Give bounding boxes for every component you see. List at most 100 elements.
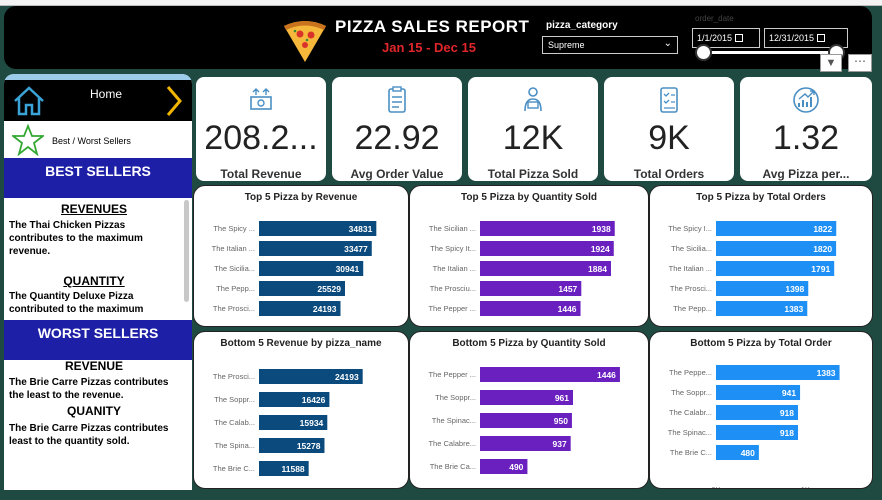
category-label: The Calabr... xyxy=(669,408,712,417)
filter-icon[interactable]: ▼ xyxy=(820,54,842,72)
kpi-total-revenue: 208.2... Total Revenue xyxy=(196,77,326,181)
data-label: 1457 xyxy=(558,284,577,294)
kpi-label: Total Orders xyxy=(633,167,705,181)
kpi-value: 12K xyxy=(502,119,564,157)
data-label: 1924 xyxy=(591,244,610,254)
data-label: 1791 xyxy=(811,264,830,274)
category-label: The Sicilia... xyxy=(671,244,712,253)
bar-chart: The Spicy ... 34831 The Italian ... 33477 Th… xyxy=(212,221,377,316)
category-label: The Soppr... xyxy=(214,395,255,404)
delivery-icon xyxy=(524,87,542,112)
data-label: 950 xyxy=(554,416,568,426)
data-label: 1383 xyxy=(784,304,803,314)
kpi-avg-order-value: 22.92 Avg Order Value xyxy=(332,77,462,181)
category-label: The Brie Ca... xyxy=(430,462,476,471)
data-label: 1938 xyxy=(592,224,611,234)
category-label: The Spicy ... xyxy=(213,224,255,233)
data-label: 480 xyxy=(741,448,755,458)
end-date-value: 12/31/2015 xyxy=(769,33,815,43)
kpi-avg-pizza-per-order: 1.32 Avg Pizza per... xyxy=(740,77,872,181)
data-label: 961 xyxy=(555,393,569,403)
order-list-icon xyxy=(660,87,678,113)
sidebar-scrollbar[interactable] xyxy=(184,200,189,302)
calendar-icon[interactable] xyxy=(735,34,744,42)
category-label: The Brie C... xyxy=(213,464,255,473)
chart-bottom5-revenue: Bottom 5 Revenue by pizza_name The Prosc… xyxy=(193,331,409,489)
data-label: 1884 xyxy=(588,264,607,274)
bar-chart: The Prosci... 24193 The Soppr... 16426 The C… xyxy=(213,369,363,476)
chevron-right-icon[interactable] xyxy=(164,84,184,118)
data-label: 33477 xyxy=(344,244,368,254)
navigation-sidebar: Home Best / Worst Sellers BEST SELLERS R… xyxy=(4,74,192,490)
worst-revenue-heading: REVENUE xyxy=(64,359,123,373)
data-label: 490 xyxy=(509,462,523,472)
data-label: 25529 xyxy=(317,284,341,294)
kpi-value: 22.92 xyxy=(354,119,440,157)
home-label: Home xyxy=(90,87,123,101)
worst-sellers-heading: WORST SELLERS xyxy=(4,320,192,360)
calendar-icon[interactable] xyxy=(817,34,826,42)
kpi-label: Total Pizza Sold xyxy=(487,167,579,181)
category-label: The Brie C... xyxy=(670,448,712,457)
best-revenue-heading: REVENUES xyxy=(60,202,128,216)
best-sellers-heading: BEST SELLERS xyxy=(4,158,192,198)
category-filter-value: Supreme xyxy=(548,40,585,50)
worst-quantity-text: The Brie Carre Pizzas contributes least … xyxy=(9,423,169,447)
report-date-range: Jan 15 - Dec 15 xyxy=(382,40,476,55)
data-label: 30941 xyxy=(336,264,360,274)
category-label: The Peppe... xyxy=(669,368,712,377)
category-label: The Soppr... xyxy=(671,388,712,397)
kpi-value: 9K xyxy=(648,119,690,157)
kpi-value: 208.2... xyxy=(204,119,318,157)
category-label: The Prosci... xyxy=(213,372,255,381)
chart-top5-revenue: Top 5 Pizza by Revenue The Spicy ... 3483… xyxy=(193,185,409,327)
x-tick-label: 1K xyxy=(801,485,810,488)
category-label: The Spinac... xyxy=(668,428,712,437)
date-filter-label: order_date xyxy=(695,14,734,23)
worst-revenue-text: The Brie Carre Pizzas contributes the le… xyxy=(9,377,169,401)
data-label: 1398 xyxy=(785,284,804,294)
home-nav-button[interactable]: Home xyxy=(4,80,192,121)
data-label: 15934 xyxy=(300,418,324,428)
more-options-icon[interactable]: ⋯ xyxy=(848,54,872,72)
data-label: 918 xyxy=(780,428,794,438)
category-label: The Spicy I... xyxy=(668,224,712,233)
data-label: 34831 xyxy=(349,224,373,234)
data-label: 15278 xyxy=(297,441,321,451)
kpi-label: Avg Pizza per... xyxy=(762,167,850,181)
category-label: The Sicilian ... xyxy=(429,224,476,233)
best-worst-nav-label[interactable]: Best / Worst Sellers xyxy=(52,136,131,146)
data-label: 16426 xyxy=(302,395,326,405)
bar-chart: The Sicilian ... 1938 The Spicy It... 1924 T… xyxy=(428,221,615,316)
data-label: 24193 xyxy=(335,372,359,382)
best-revenue-text: The Thai Chicken Pizzas contributes to t… xyxy=(9,220,143,257)
chart-bottom5-orders: Bottom 5 Pizza by Total Order The Peppe.… xyxy=(649,331,873,489)
category-label: The Pepp... xyxy=(673,304,712,313)
category-label: The Italian ... xyxy=(212,244,255,253)
bar-chart: The Peppe... 1383 The Soppr... 941 The Calab… xyxy=(668,365,840,488)
home-icon[interactable] xyxy=(12,84,46,118)
kpi-label: Avg Order Value xyxy=(350,167,444,181)
kpi-label: Total Revenue xyxy=(220,167,302,181)
data-label: 11588 xyxy=(281,464,304,474)
category-filter-dropdown[interactable]: Supreme ⌄ xyxy=(542,36,678,54)
category-label: The Pepp... xyxy=(216,284,255,293)
star-icon[interactable] xyxy=(12,124,44,156)
category-label: The Spinac... xyxy=(432,416,476,425)
worst-quantity-heading: QUANITY xyxy=(67,404,121,418)
category-label: The Italian ... xyxy=(669,264,712,273)
category-label: The Prosci... xyxy=(670,284,712,293)
date-range-slider[interactable] xyxy=(703,51,836,54)
data-label: 1446 xyxy=(558,304,577,314)
chevron-down-icon: ⌄ xyxy=(663,38,672,49)
data-label: 24193 xyxy=(313,304,337,314)
report-header: PIZZA SALES REPORT Jan 15 - Dec 15 pizza… xyxy=(4,6,872,69)
slider-start-handle[interactable] xyxy=(695,44,712,61)
bar-chart: The Spicy I... 1822 The Sicilia... 1820 The … xyxy=(668,221,837,316)
pizza-slice-icon xyxy=(284,21,326,62)
category-label: The Spina... xyxy=(215,441,255,450)
category-label: The Calab... xyxy=(214,418,255,427)
category-label: The Soppr... xyxy=(435,393,476,402)
kpi-total-orders: 9K Total Orders xyxy=(604,77,734,181)
chart-top5-orders: Top 5 Pizza by Total Orders The Spicy I.… xyxy=(649,185,873,327)
